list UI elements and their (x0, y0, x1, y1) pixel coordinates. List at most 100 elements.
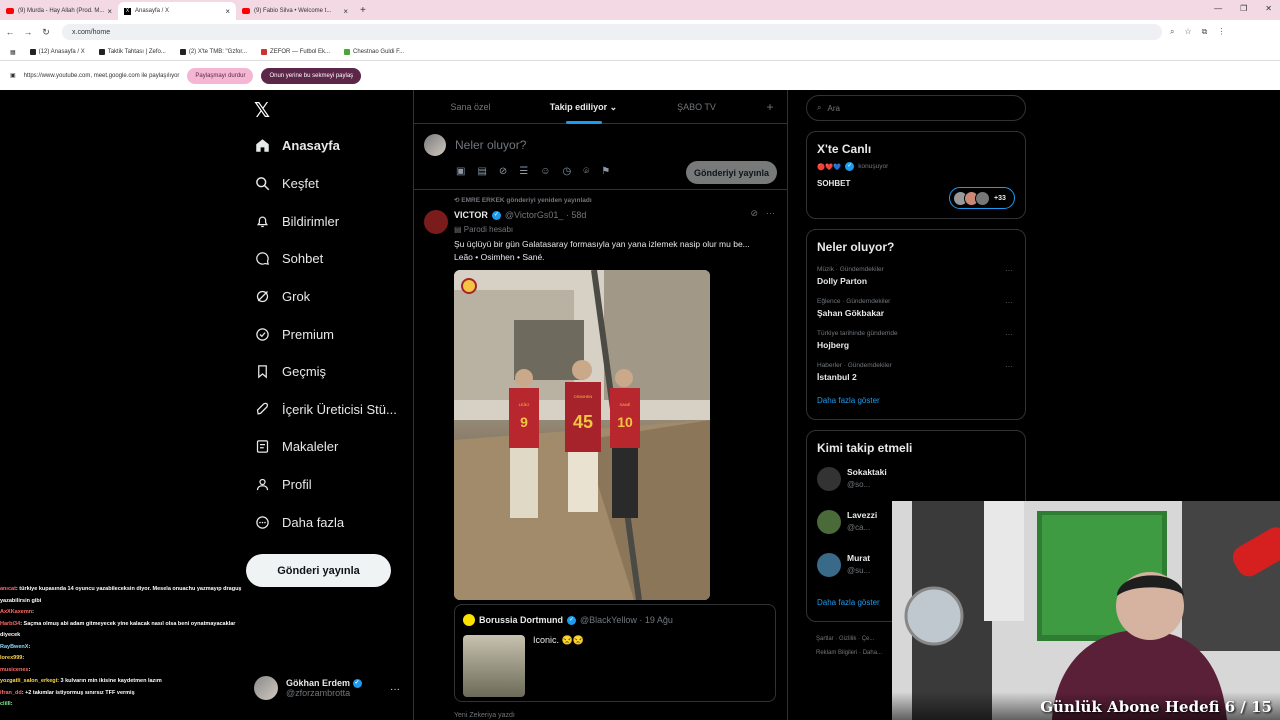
search-input[interactable]: ⌕ Ara (806, 95, 1026, 121)
avatar (424, 134, 446, 156)
avatar[interactable] (424, 210, 448, 234)
post-button[interactable]: Gönderi yayınla (246, 554, 391, 587)
close-icon[interactable]: × (343, 7, 348, 16)
zoom-icon[interactable]: ⌕ (1170, 27, 1174, 37)
live-listeners[interactable]: +33 (949, 187, 1015, 209)
site-icon (344, 49, 351, 55)
forward-icon[interactable]: → (20, 27, 36, 37)
nav-premium[interactable]: Premium (254, 326, 334, 342)
more-icon[interactable]: ··· (1005, 298, 1013, 307)
tab-for-you[interactable]: Sana özel (414, 90, 527, 124)
chat-message: Harbi34: Saçma olmuş abi adam gitmeyecek… (0, 620, 236, 639)
browser-tab-2[interactable]: X Anasayfa / X × (118, 2, 236, 20)
left-navigation: 𝕏 Anasayfa Keşfet Bildirimler Sohbet Gro… (246, 90, 406, 720)
reload-icon[interactable]: ↻ (38, 27, 54, 38)
new-tab-button[interactable]: + (360, 5, 366, 16)
verified-icon: ✓ (491, 210, 501, 220)
stream-chat-overlay: anıcat: türkiye kupasında 14 oyuncu yaza… (0, 584, 245, 720)
bookmark-item[interactable]: (12) Anasayfa / X (29, 49, 85, 55)
nav-explore[interactable]: Keşfet (254, 175, 319, 191)
tab-following[interactable]: Takip ediliyor ⌄ (527, 90, 640, 124)
chevron-down-icon: ⌄ (609, 101, 618, 112)
tab-sabo-tv[interactable]: ŞABO TV (640, 90, 753, 124)
restore-icon[interactable]: ❐ (1240, 4, 1247, 13)
more-icon[interactable]: ··· (1005, 266, 1013, 275)
bookmark-item[interactable]: Chestnao Guldi F... (344, 49, 404, 55)
more-icon[interactable]: ··· (1005, 362, 1013, 371)
bookmark-item[interactable]: ZEFOR — Futbol Ek... (261, 49, 330, 55)
grok-icon[interactable]: ⊘ (499, 166, 507, 177)
nav-chat[interactable]: Sohbet (254, 250, 323, 266)
tweet[interactable]: ⟲ EMRE ERKEK gönderiyi yeniden yayınladı… (414, 190, 787, 702)
x-logo-icon[interactable]: 𝕏 (254, 98, 270, 122)
star-icon[interactable]: ☆ (1184, 27, 1191, 37)
poll-icon[interactable]: ☰ (519, 166, 528, 177)
tweet-text: Şu üçlüyü bir gün Galatasaray formasıyla… (454, 239, 750, 262)
jersey-name: SANÉ (620, 402, 631, 407)
trend-item[interactable]: Haberler · Gündemdekiler İstanbul 2 ··· (807, 356, 1025, 388)
nav-articles[interactable]: Makaleler (254, 438, 338, 454)
x-icon (29, 49, 36, 55)
extensions-icon[interactable]: ⧉ (1202, 27, 1208, 37)
browser-tab-bar: (9) Murda - Hay Allah (Prod. M... × X An… (0, 0, 1280, 20)
more-icon[interactable]: ··· (1005, 330, 1013, 339)
trend-item[interactable]: Eğlence · Gündemdekiler Şahan Gökbakar ·… (807, 292, 1025, 324)
more-options-icon[interactable]: ··· (390, 684, 400, 695)
back-icon[interactable]: ← (2, 27, 18, 37)
tab-title: (9) Fabio Silva • Welcome t... (254, 8, 332, 14)
compose-post-button[interactable]: Gönderiyi yayınla (686, 161, 777, 184)
nav-creator-studio[interactable]: İçerik Üreticisi Stü... (254, 401, 397, 417)
nav-notifications[interactable]: Bildirimler (254, 213, 339, 229)
nav-home[interactable]: Anasayfa (254, 137, 340, 153)
trends-card: Neler oluyor? Müzik · Gündemdekiler Doll… (806, 229, 1026, 420)
image-icon[interactable]: ▣ (456, 166, 465, 177)
compose-input[interactable]: Neler oluyor? (455, 138, 526, 152)
url-bar[interactable]: x.com/home (62, 24, 1162, 40)
live-card[interactable]: X'te Canlı 🔴❤️💙 ✓ konuşuyor SOHBET +33 (806, 131, 1026, 219)
quote-image[interactable] (463, 635, 525, 697)
tweet-photo[interactable]: 9 45 10 LEÃO OSIMHEN SANÉ (454, 270, 710, 600)
gif-icon[interactable]: ▤ (477, 166, 486, 177)
author-name[interactable]: VICTOR (454, 210, 488, 220)
browser-tab-3[interactable]: (9) Fabio Silva • Welcome t... × (236, 2, 354, 20)
more-icon[interactable]: ··· (766, 208, 775, 219)
bookmark-item[interactable]: (2) X'te TMB: "Gzfor... (179, 49, 247, 55)
close-icon[interactable]: × (225, 7, 230, 16)
close-window-icon[interactable]: ✕ (1265, 4, 1272, 13)
location-icon[interactable]: ⌾ (583, 166, 589, 177)
add-tab-icon[interactable]: + (753, 100, 787, 114)
stop-sharing-button[interactable]: Paylaşmayı durdur (187, 67, 254, 84)
schedule-icon[interactable]: ◷ (562, 166, 571, 177)
follow-suggestion[interactable]: Sokaktaki @so... (807, 461, 1025, 504)
minimize-icon[interactable]: — (1214, 4, 1222, 13)
window-controls: — ❐ ✕ (1214, 4, 1272, 13)
show-more-link[interactable]: Daha fazla göster (807, 388, 1025, 419)
bookmark-item[interactable]: Taktik Tahtası | Zefo... (98, 49, 166, 55)
close-icon[interactable]: × (107, 7, 112, 16)
trend-item[interactable]: Türkiye tarihinde gündemde Hojberg ··· (807, 324, 1025, 356)
apps-icon[interactable]: ▦ (10, 49, 16, 56)
url-text: x.com/home (72, 28, 111, 36)
jersey-number: 45 (573, 412, 593, 432)
menu-icon[interactable]: ⋮ (1217, 27, 1225, 37)
trend-item[interactable]: Müzik · Gündemdekiler Dolly Parton ··· (807, 260, 1025, 292)
nav-more[interactable]: Daha fazla (254, 514, 344, 530)
flag-icon[interactable]: ⚑ (601, 166, 610, 177)
quoted-tweet[interactable]: Borussia Dortmund ✓ @BlackYellow · 19 Ağ… (454, 604, 776, 702)
share-this-tab-button[interactable]: Onun yerine bu sekmeyi paylaş (261, 67, 362, 84)
emoji-icon[interactable]: ☺ (540, 166, 550, 177)
nav-bookmarks[interactable]: Geçmiş (254, 363, 326, 379)
article-icon (254, 438, 270, 454)
account-switcher[interactable]: Gökhan Erdem ✓ @zforzambrotta ··· (254, 676, 404, 700)
browser-tab-1[interactable]: (9) Murda - Hay Allah (Prod. M... × (0, 2, 118, 20)
quote-header: Borussia Dortmund ✓ @BlackYellow · 19 Ağ… (463, 614, 673, 626)
profile-handle: @zforzambrotta (286, 688, 351, 699)
nav-profile[interactable]: Profil (254, 476, 312, 492)
author-handle[interactable]: @VictorGs01_ · 58d (505, 210, 587, 220)
search-icon: ⌕ (817, 103, 822, 112)
nav-grok[interactable]: Grok (254, 288, 310, 304)
grok-icon[interactable]: ⊘ (750, 208, 758, 219)
profile-name: Gökhan Erdem (286, 677, 351, 688)
live-title: X'te Canlı (817, 142, 872, 156)
x-icon: X (124, 7, 131, 15)
